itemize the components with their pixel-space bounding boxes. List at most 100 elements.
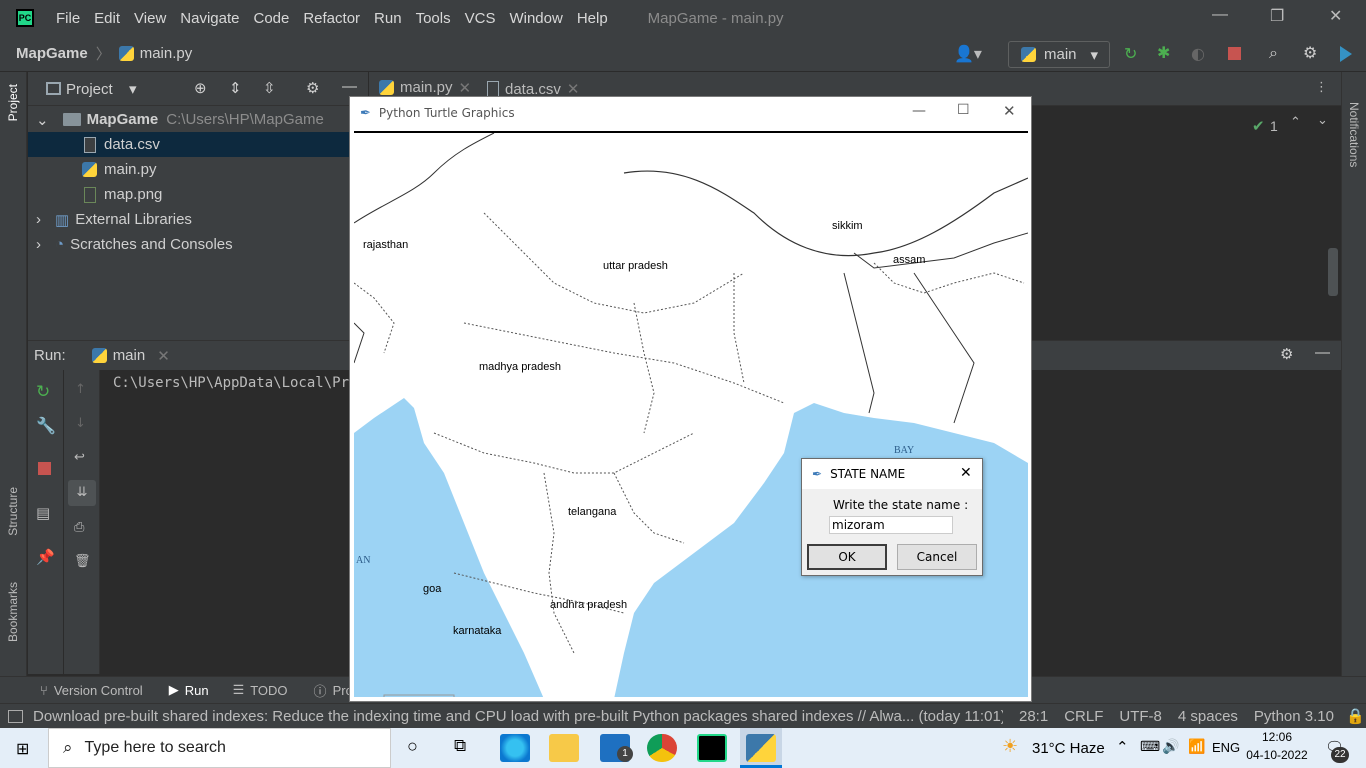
windows-start-icon[interactable]: ⊞ bbox=[16, 739, 29, 759]
network-icon[interactable]: 📶 bbox=[1188, 738, 1205, 755]
menu-edit[interactable]: Edit bbox=[94, 10, 120, 27]
close-icon[interactable]: ✕ bbox=[1003, 102, 1016, 120]
scroll-to-end-icon[interactable]: ⇊ bbox=[68, 480, 96, 506]
restore-icon[interactable]: ❐ bbox=[1270, 6, 1284, 26]
menu-help[interactable]: Help bbox=[577, 10, 608, 27]
menu-navigate[interactable]: Navigate bbox=[180, 10, 239, 27]
tab-run[interactable]: ▶ Run bbox=[169, 682, 209, 698]
stop-icon[interactable] bbox=[38, 462, 51, 475]
language-indicator[interactable]: ENG bbox=[1212, 740, 1240, 755]
tree-root-folder[interactable]: ⌄ MapGame C:\Users\HP\MapGame bbox=[28, 107, 368, 132]
task-view-icon[interactable]: ⧉ bbox=[454, 736, 466, 756]
debug-icon[interactable]: ✱ bbox=[1157, 43, 1170, 62]
breadcrumb-file[interactable]: main.py bbox=[118, 45, 192, 62]
trash-icon[interactable]: 🗑 bbox=[74, 554, 91, 569]
soft-wrap-icon[interactable]: ↩ bbox=[74, 450, 85, 465]
map-canvas[interactable]: rajasthan uttar pradesh sikkim assam mad… bbox=[354, 131, 1028, 697]
bookmarks-tool-tab[interactable]: Bookmarks bbox=[6, 582, 20, 642]
tree-external-libraries[interactable]: › ▥ External Libraries bbox=[28, 207, 368, 232]
pycharm-taskbar-icon[interactable] bbox=[697, 734, 727, 762]
menu-run[interactable]: Run bbox=[374, 10, 402, 27]
inspection-ok-icon[interactable]: ✔ bbox=[1252, 117, 1265, 135]
python-interpreter[interactable]: Python 3.10 bbox=[1254, 708, 1334, 725]
volume-icon[interactable]: 🔊 bbox=[1162, 738, 1179, 755]
tab-version-control[interactable]: ⑂ Version Control bbox=[40, 683, 143, 698]
lock-icon[interactable]: 🔒 bbox=[1346, 707, 1365, 725]
ok-button[interactable]: OK bbox=[807, 544, 887, 570]
run-config-tab[interactable]: main ✕ bbox=[91, 347, 170, 365]
python-taskbar-icon[interactable] bbox=[746, 734, 776, 762]
menu-window[interactable]: Window bbox=[509, 10, 562, 27]
search-icon[interactable]: ⌕ bbox=[1269, 43, 1278, 63]
project-panel-title[interactable]: Project bbox=[66, 81, 113, 98]
menu-vcs[interactable]: VCS bbox=[465, 10, 496, 27]
wrench-icon[interactable]: 🔧 bbox=[36, 416, 56, 435]
more-tabs-icon[interactable]: ⋮ bbox=[1315, 80, 1328, 95]
clock-time[interactable]: 12:06 bbox=[1252, 730, 1302, 744]
collapse-all-icon[interactable]: ⇳ bbox=[263, 79, 276, 97]
notifications-tool-tab[interactable]: Notifications bbox=[1347, 102, 1361, 167]
close-icon[interactable]: ✕ bbox=[960, 465, 972, 481]
taskbar-search[interactable]: ⌕ Type here to search bbox=[48, 728, 391, 768]
breadcrumb-project[interactable]: MapGame bbox=[16, 45, 88, 62]
cursor-position[interactable]: 28:1 bbox=[1019, 708, 1048, 725]
event-log-icon[interactable] bbox=[8, 709, 23, 723]
file-explorer-icon[interactable] bbox=[549, 734, 579, 762]
run-config-selector[interactable]: main ▾ bbox=[1008, 41, 1110, 68]
chevron-down-icon[interactable]: ▾ bbox=[129, 80, 137, 98]
minimize-icon[interactable]: — bbox=[912, 103, 926, 119]
menu-file[interactable]: File bbox=[56, 10, 80, 27]
minimize-icon[interactable]: — bbox=[1212, 6, 1228, 24]
edge-icon[interactable] bbox=[500, 734, 530, 762]
chevron-up-icon[interactable]: ⌃ bbox=[1116, 738, 1129, 756]
pin-icon[interactable]: 📌 bbox=[36, 548, 55, 566]
print-icon[interactable]: ⎙ bbox=[74, 520, 84, 535]
tree-scratches[interactable]: › ◔ Scratches and Consoles bbox=[28, 232, 368, 257]
structure-tool-tab[interactable]: Structure bbox=[6, 487, 20, 536]
menu-tools[interactable]: Tools bbox=[416, 10, 451, 27]
locate-icon[interactable]: ⊕ bbox=[194, 79, 207, 97]
menu-refactor[interactable]: Refactor bbox=[303, 10, 360, 27]
weather-text[interactable]: 31°C Haze bbox=[1032, 740, 1105, 757]
chevron-up-icon[interactable]: ⌃ bbox=[1290, 115, 1301, 130]
layout-icon[interactable]: ▤ bbox=[36, 504, 50, 522]
expand-all-icon[interactable]: ⇕ bbox=[229, 79, 242, 97]
menu-view[interactable]: View bbox=[134, 10, 166, 27]
gear-icon[interactable]: ⚙ bbox=[1280, 345, 1293, 363]
chevron-down-icon[interactable]: ⌄ bbox=[1317, 113, 1328, 128]
close-tab-icon[interactable]: ✕ bbox=[157, 347, 170, 365]
cancel-button[interactable]: Cancel bbox=[897, 544, 977, 570]
gear-icon[interactable]: ⚙ bbox=[306, 79, 319, 97]
close-tab-icon[interactable]: ✕ bbox=[459, 79, 472, 97]
user-icon[interactable]: 👤▾ bbox=[954, 44, 982, 63]
arrow-up-icon[interactable]: ↑ bbox=[75, 382, 86, 397]
file-encoding[interactable]: UTF-8 bbox=[1119, 708, 1162, 725]
chrome-icon[interactable] bbox=[647, 734, 677, 762]
indent-setting[interactable]: 4 spaces bbox=[1178, 708, 1238, 725]
maximize-icon[interactable]: ☐ bbox=[957, 102, 970, 118]
pycharm-logo-icon[interactable]: PC bbox=[16, 9, 34, 27]
line-separator[interactable]: CRLF bbox=[1064, 708, 1103, 725]
jetbrains-toolbox-icon[interactable] bbox=[1340, 46, 1352, 62]
close-icon[interactable]: ✕ bbox=[1329, 6, 1342, 26]
rerun-icon[interactable]: ↻ bbox=[1124, 44, 1137, 63]
meet-icon[interactable]: ⌨ bbox=[1140, 738, 1160, 755]
status-message[interactable]: Download pre-built shared indexes: Reduc… bbox=[33, 708, 1003, 725]
stop-icon[interactable] bbox=[1228, 47, 1241, 60]
editor-scrollbar[interactable] bbox=[1328, 248, 1338, 296]
hide-panel-icon[interactable]: — bbox=[342, 78, 357, 95]
tab-problems[interactable]: ⓘ Pro bbox=[314, 681, 353, 700]
state-name-input[interactable]: mizoram bbox=[829, 516, 953, 534]
clock-date[interactable]: 04-10-2022 bbox=[1244, 748, 1310, 762]
menu-code[interactable]: Code bbox=[253, 10, 289, 27]
coverage-icon[interactable]: ◐ bbox=[1191, 44, 1205, 63]
project-tool-tab[interactable]: Project bbox=[6, 84, 20, 121]
cortana-icon[interactable]: ○ bbox=[407, 736, 418, 757]
rerun-icon[interactable]: ↻ bbox=[36, 382, 50, 402]
tree-file-map-png[interactable]: map.png bbox=[28, 182, 368, 207]
gear-icon[interactable]: ⚙ bbox=[1303, 43, 1317, 62]
hide-panel-icon[interactable]: — bbox=[1315, 344, 1330, 361]
tab-todo[interactable]: ☰ TODO bbox=[233, 682, 288, 698]
tree-file-data-csv[interactable]: data.csv bbox=[28, 132, 368, 157]
arrow-down-icon[interactable]: ↓ bbox=[75, 416, 86, 431]
